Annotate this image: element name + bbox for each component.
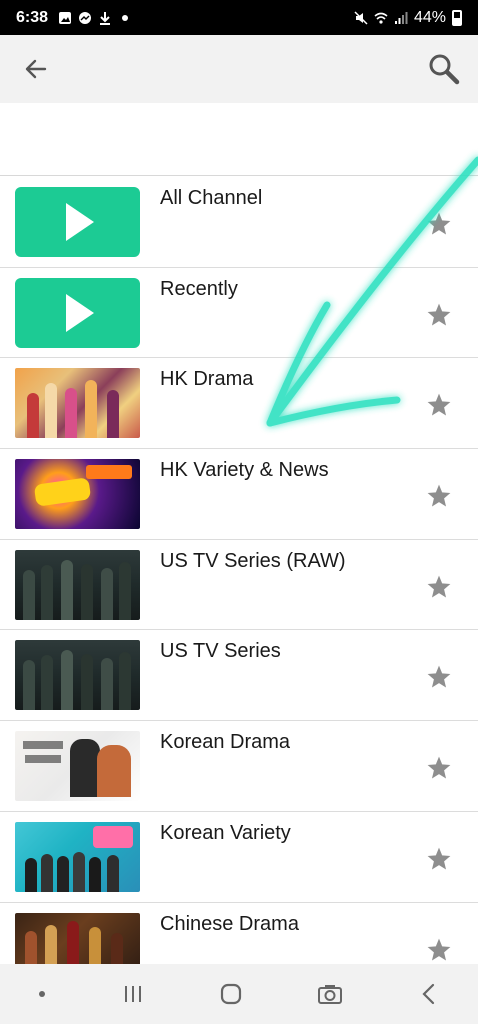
star-icon[interactable] (426, 211, 452, 237)
channel-row-recently[interactable]: Recently (0, 267, 478, 359)
mute-icon (354, 10, 368, 25)
camera-icon[interactable] (317, 982, 343, 1006)
play-icon (65, 203, 94, 241)
back-button[interactable] (18, 51, 54, 87)
recent-apps-icon[interactable] (121, 982, 145, 1006)
home-icon[interactable] (219, 982, 243, 1006)
channel-row-us-tv-series-raw[interactable]: US TV Series (RAW) (0, 539, 478, 631)
channel-row-all-channel[interactable]: All Channel (0, 177, 478, 268)
us-tv-thumbnail (15, 640, 140, 711)
download-icon (100, 11, 111, 25)
star-icon[interactable] (426, 302, 452, 328)
channel-list[interactable]: All Channel Recently HK Drama HK Variety… (0, 177, 478, 994)
star-icon[interactable] (426, 755, 452, 781)
battery-icon (452, 9, 462, 26)
channel-row-us-tv-series[interactable]: US TV Series (0, 630, 478, 722)
hk-drama-thumbnail (15, 368, 140, 439)
gallery-icon (59, 11, 72, 24)
korean-variety-thumbnail (15, 821, 140, 892)
channel-row-korean-variety[interactable]: Korean Variety (0, 811, 478, 903)
play-thumbnail (15, 187, 140, 257)
channel-title: HK Drama (160, 368, 254, 391)
messenger-icon (79, 11, 92, 24)
app-toolbar (0, 35, 478, 103)
back-nav-icon[interactable] (417, 982, 441, 1006)
app-screen: 6:38 44% All Channel Recently HK Drama H… (0, 0, 478, 1024)
channel-title: US TV Series (RAW) (160, 549, 346, 572)
channel-title: HK Variety & News (160, 459, 329, 482)
star-icon[interactable] (426, 664, 452, 690)
play-icon (65, 293, 94, 332)
status-bar: 6:38 44% (0, 0, 478, 35)
channel-title: US TV Series (160, 640, 281, 663)
system-navigation-bar (0, 964, 478, 1024)
star-icon[interactable] (426, 846, 452, 872)
channel-title: Korean Drama (160, 731, 291, 754)
play-thumbnail (15, 277, 140, 348)
signal-icon (394, 11, 408, 24)
status-time: 6:38 (16, 8, 49, 26)
star-icon[interactable] (426, 574, 452, 600)
channel-row-korean-drama[interactable]: Korean Drama (0, 721, 478, 812)
channel-row-hk-drama[interactable]: HK Drama (0, 358, 478, 450)
star-icon[interactable] (426, 392, 452, 418)
channel-title: Chinese Drama (160, 912, 299, 935)
us-tv-raw-thumbnail (15, 549, 140, 620)
korean-drama-thumbnail (15, 731, 140, 802)
search-button[interactable] (424, 49, 464, 89)
search-icon (429, 54, 460, 85)
dot-icon (122, 14, 129, 21)
battery-percentage: 44% (413, 8, 446, 26)
star-icon[interactable] (426, 483, 452, 509)
arrow-left-icon (25, 59, 47, 79)
hk-variety-thumbnail (15, 459, 140, 530)
channel-title: Korean Variety (160, 821, 291, 844)
channel-title: Recently (160, 277, 238, 300)
status-system-icons: 44% (354, 9, 462, 27)
dot-icon (39, 991, 45, 997)
star-icon[interactable] (426, 937, 452, 963)
wifi-icon (374, 12, 388, 24)
header-spacer (0, 103, 478, 176)
status-notification-icons (58, 11, 132, 25)
channel-row-hk-variety-news[interactable]: HK Variety & News (0, 449, 478, 540)
channel-title: All Channel (160, 187, 263, 209)
